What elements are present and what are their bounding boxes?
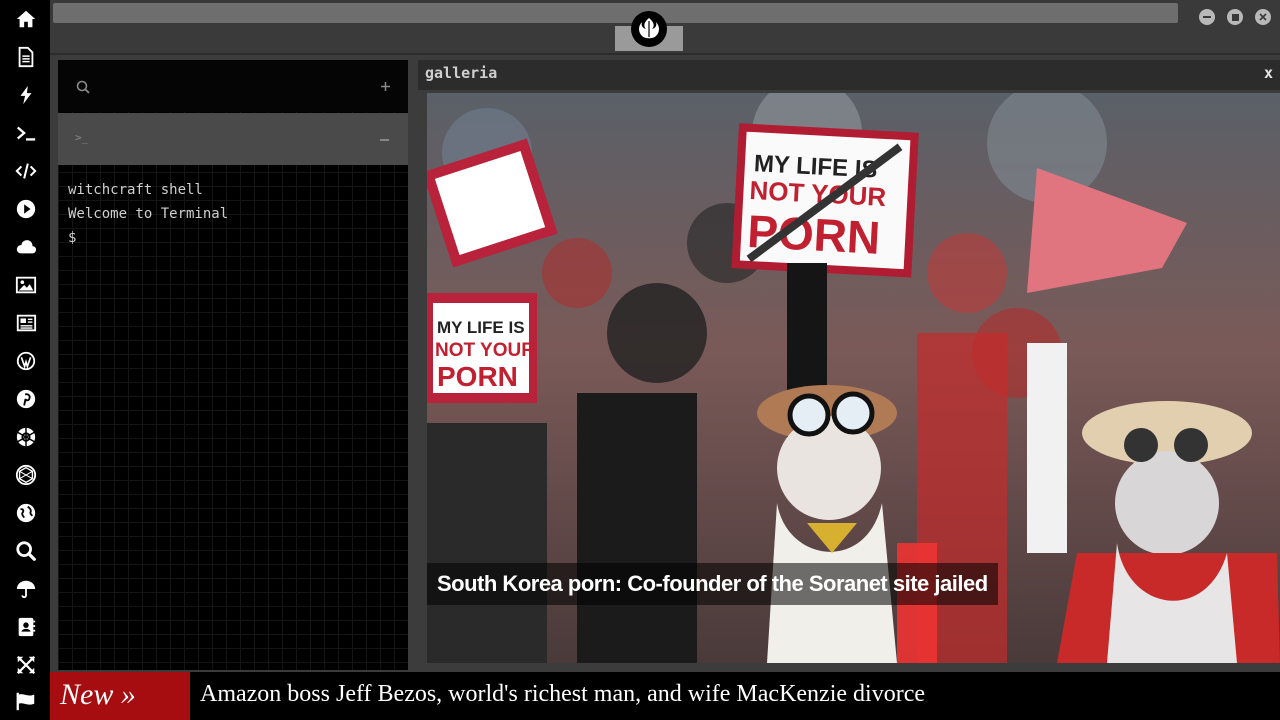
bolt-icon[interactable] — [14, 83, 38, 107]
news-ticker: New » Amazon boss Jeff Bezos, world's ri… — [50, 672, 1280, 720]
terminal-search-bar[interactable] — [58, 60, 408, 112]
gallery-caption[interactable]: South Korea porn: Co-founder of the Sora… — [427, 563, 998, 605]
newspaper-icon[interactable] — [14, 311, 38, 335]
terminal-tab-header[interactable]: >_ — [58, 113, 408, 165]
globe-icon[interactable] — [14, 501, 38, 525]
terminal-panel: >_ witchcraft shell Welcome to Terminal $ — [58, 60, 408, 670]
close-gallery-button[interactable]: x — [1264, 64, 1273, 82]
terminal-prompt-icon: >_ — [75, 131, 89, 144]
svg-text:NOT YOUR: NOT YOUR — [435, 340, 535, 361]
home-icon[interactable] — [14, 7, 38, 31]
maximize-window-icon[interactable] — [1227, 9, 1243, 25]
pinterest-icon[interactable] — [14, 387, 38, 411]
ticker-badge: New » — [50, 672, 190, 720]
minus-icon[interactable] — [380, 139, 389, 141]
address-bar[interactable] — [53, 3, 1178, 23]
gallery-title: galleria — [425, 64, 498, 82]
svg-text:PORN: PORN — [437, 361, 518, 392]
wordpress-icon[interactable] — [14, 349, 38, 373]
terminal-line: Welcome to Terminal — [68, 206, 229, 222]
minimize-window-icon[interactable] — [1199, 9, 1215, 25]
gallery-header: galleria x — [418, 60, 1280, 90]
rebel-alliance-icon[interactable] — [14, 425, 38, 449]
search-icon[interactable] — [76, 80, 90, 94]
terminal-output[interactable]: witchcraft shell Welcome to Terminal $ — [68, 178, 228, 250]
umbrella-icon[interactable] — [14, 577, 38, 601]
expand-icon[interactable] — [14, 653, 38, 677]
code-icon[interactable] — [14, 159, 38, 183]
sidebar — [0, 0, 50, 720]
search-icon[interactable] — [14, 539, 38, 563]
terminal-icon[interactable] — [14, 121, 38, 145]
terminal-line: witchcraft shell — [68, 182, 203, 198]
image-icon[interactable] — [14, 273, 38, 297]
rebel-logo-icon[interactable] — [631, 11, 667, 47]
galactic-empire-icon[interactable] — [14, 463, 38, 487]
close-window-icon[interactable] — [1255, 9, 1271, 25]
terminal-prompt-line[interactable]: $ — [68, 226, 228, 250]
document-icon[interactable] — [14, 45, 38, 69]
plus-icon[interactable] — [380, 81, 391, 92]
svg-text:MY LIFE IS: MY LIFE IS — [437, 318, 525, 337]
address-book-icon[interactable] — [14, 615, 38, 639]
play-icon[interactable] — [14, 197, 38, 221]
divider — [50, 53, 1280, 55]
cloud-icon[interactable] — [14, 235, 38, 259]
flag-icon[interactable] — [14, 689, 38, 713]
ticker-headline[interactable]: Amazon boss Jeff Bezos, world's richest … — [200, 672, 925, 720]
